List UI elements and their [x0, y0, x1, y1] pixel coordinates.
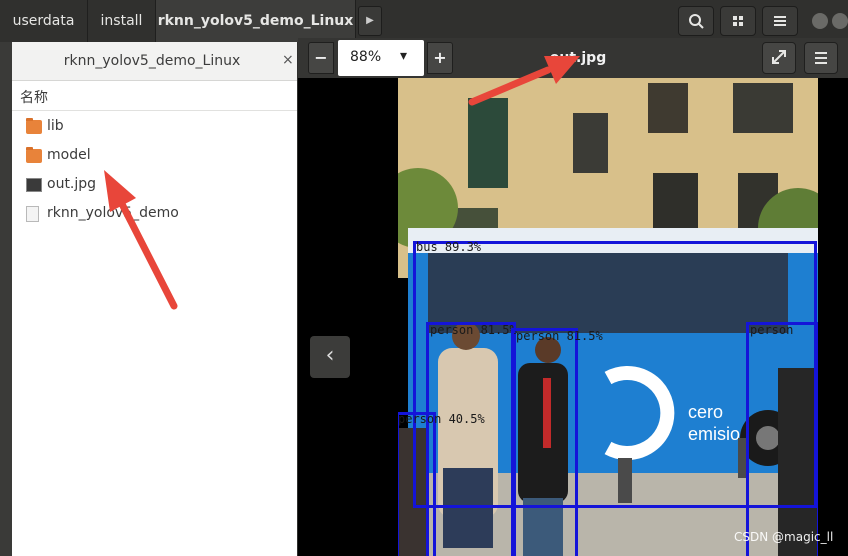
chevron-down-icon: ▾ — [400, 48, 408, 64]
file-manager-menu-button[interactable] — [762, 6, 798, 36]
file-name: model — [47, 147, 91, 163]
folder-icon — [26, 147, 42, 163]
tab-current-folder[interactable]: rknn_yolov5_demo_Linux — [12, 42, 292, 80]
detection-label: person — [750, 323, 794, 337]
breadcrumb-userdata[interactable]: userdata — [0, 0, 88, 42]
hamburger-icon — [815, 52, 827, 64]
previous-image-button[interactable]: ‹ — [310, 336, 350, 378]
detection-box-person — [398, 412, 436, 556]
detection-label: bus 89.3% — [416, 240, 482, 254]
file-name: out.jpg — [47, 176, 97, 192]
detection-label: person 81.5% — [516, 329, 603, 343]
list-item[interactable]: rknn_yolov5_demo — [12, 201, 297, 229]
breadcrumb-install[interactable]: install — [88, 0, 156, 42]
list-item[interactable]: out.jpg — [12, 172, 297, 200]
path-bar: userdata install rknn_yolov5_demo_Linux … — [0, 0, 848, 42]
search-icon — [689, 14, 704, 29]
fullscreen-icon — [772, 50, 786, 64]
zoom-value: 88% — [350, 49, 382, 65]
zoom-select[interactable]: 88% ▾ — [338, 40, 424, 76]
breadcrumb-current[interactable]: rknn_yolov5_demo_Linux — [156, 0, 356, 42]
fullscreen-button[interactable] — [762, 42, 796, 74]
tab-bar: rknn_yolov5_demo_Linux × — [12, 42, 297, 81]
watermark-text: CSDN @magic_ll — [734, 530, 834, 544]
detection-box-person — [426, 322, 516, 556]
detection-label: person 81.5% — [430, 323, 517, 337]
tab-close-icon[interactable]: × — [282, 52, 294, 68]
hamburger-icon — [774, 16, 786, 26]
detection-box-person — [746, 322, 818, 556]
file-name: lib — [47, 118, 64, 134]
list-item[interactable]: lib — [12, 114, 297, 142]
file-list-panel: rknn_yolov5_demo_Linux × 名称 lib model ou… — [12, 42, 297, 556]
search-button[interactable] — [678, 6, 714, 36]
viewer-title: out.jpg — [549, 50, 607, 66]
column-header-name[interactable]: 名称 — [20, 87, 48, 107]
viewer-header: − 88% ▾ + out.jpg — [298, 38, 848, 78]
zoom-in-button[interactable]: + — [427, 42, 453, 74]
image-file-icon — [26, 178, 42, 192]
viewer-menu-button[interactable] — [804, 42, 838, 74]
image-viewer: − 88% ▾ + out.jpg ‹ cero emisiones bus 8… — [298, 38, 848, 556]
displayed-image: cero emisiones bus 89.3% person 81.5% pe… — [398, 78, 818, 556]
detection-box-person — [511, 328, 578, 556]
breadcrumb-next-button[interactable]: ▶ — [358, 6, 382, 36]
folder-icon — [26, 118, 42, 134]
grid-icon — [733, 16, 743, 26]
sidebar-edge — [0, 42, 12, 556]
binary-file-icon — [26, 206, 39, 222]
minimize-button[interactable] — [812, 13, 828, 29]
view-grid-button[interactable] — [720, 6, 756, 36]
detection-label: person 40.5% — [398, 412, 485, 426]
file-name: rknn_yolov5_demo — [47, 205, 179, 221]
close-window-button[interactable] — [832, 13, 848, 29]
zoom-out-button[interactable]: − — [308, 42, 334, 74]
list-item[interactable]: model — [12, 143, 297, 171]
header-divider — [12, 110, 297, 111]
